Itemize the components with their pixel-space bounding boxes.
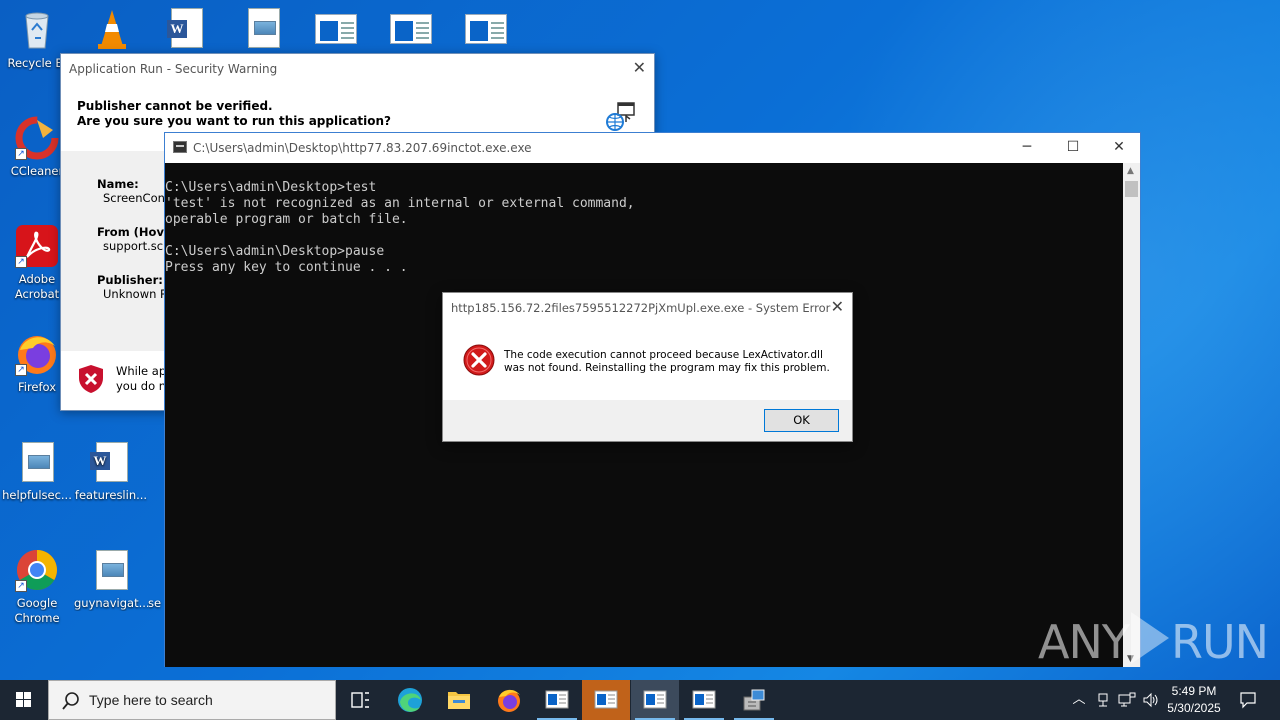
taskbar-app-window-active[interactable] (631, 680, 679, 720)
window-thumbnail-icon[interactable] (390, 8, 434, 50)
dialog-footer: OK (443, 400, 852, 441)
maximize-button[interactable]: ☐ (1050, 133, 1096, 162)
image-file-icon (89, 548, 133, 592)
scroll-up-icon[interactable]: ▲ (1127, 166, 1134, 176)
vlc-icon[interactable] (90, 8, 134, 50)
close-icon[interactable]: ✕ (831, 297, 844, 316)
console-icon (173, 141, 187, 153)
console-line: operable program or batch file. (165, 212, 408, 227)
system-error-dialog: http185.156.72.2files7595512272PjXmUpl.e… (442, 292, 853, 442)
taskbar-app-window[interactable] (533, 680, 581, 720)
taskbar-installer[interactable] (730, 680, 778, 720)
word-document-icon[interactable]: W (163, 8, 207, 50)
error-dialog-title: http185.156.72.2files7595512272PjXmUpl.e… (451, 301, 831, 315)
console-line: 'test' is not recognized as an internal … (165, 196, 635, 211)
scroll-thumb[interactable] (1125, 181, 1138, 197)
taskbar-app-window-highlighted[interactable] (582, 680, 630, 720)
search-placeholder: Type here to search (89, 692, 213, 708)
recycle-bin-icon (15, 8, 59, 52)
window-app-icon (643, 690, 667, 709)
window-thumbnail-icon[interactable] (465, 8, 509, 50)
clock-date: 5/30/2025 (1167, 701, 1221, 715)
edge-icon (398, 688, 422, 712)
firefox-icon: ↗ (15, 332, 59, 376)
folder-icon (448, 692, 470, 709)
console-line: Press any key to continue . . . (165, 260, 408, 275)
word-document-icon: W (89, 440, 133, 484)
play-icon (1130, 612, 1169, 664)
console-title: C:\Users\admin\Desktop\http77.83.207.69i… (193, 141, 532, 155)
taskbar: Type here to search ︿ 5:49 PM 5/30/2025 (0, 680, 1280, 720)
anyrun-watermark: ANY RUN (1038, 612, 1269, 669)
taskbar-edge[interactable] (386, 680, 434, 720)
task-view-button[interactable] (336, 680, 384, 720)
ccleaner-icon: ↗ (15, 116, 59, 160)
console-scrollbar[interactable]: ▲ ▼ (1123, 163, 1140, 667)
close-button[interactable]: ✕ (1096, 133, 1142, 162)
error-message: The code execution cannot proceed becaus… (504, 349, 830, 374)
network-icon[interactable] (1116, 680, 1138, 720)
console-line: C:\Users\admin\Desktop>pause (165, 244, 385, 259)
window-app-icon (692, 690, 716, 709)
warning-text: While ap you do n (116, 364, 167, 393)
ok-button[interactable]: OK (764, 409, 839, 432)
clock-time: 5:49 PM (1171, 684, 1217, 698)
error-icon (463, 344, 495, 376)
firefox-icon (498, 689, 520, 712)
taskbar-file-explorer[interactable] (435, 680, 483, 720)
task-view-icon (351, 692, 369, 708)
search-icon (62, 692, 79, 710)
name-field: Name: ScreenConn (97, 177, 173, 205)
shield-error-icon (78, 364, 104, 394)
installer-icon (743, 689, 765, 711)
application-globe-icon (606, 102, 636, 132)
window-app-icon (594, 690, 618, 709)
image-file-icon (15, 440, 59, 484)
window-app-icon (545, 690, 569, 709)
notification-icon[interactable] (1234, 680, 1262, 720)
desktop-icon-helpfulsec[interactable]: helpfulsec... (0, 440, 74, 503)
chevron-up-icon[interactable]: ︿ (1068, 680, 1090, 720)
desktop-icon-featureslin[interactable]: W featureslin... (74, 440, 148, 503)
usb-icon[interactable] (1092, 680, 1114, 720)
taskbar-clock[interactable]: 5:49 PM 5/30/2025 (1158, 683, 1230, 717)
image-file-icon[interactable] (241, 8, 285, 50)
taskbar-search[interactable]: Type here to search (48, 680, 336, 720)
warning-heading: Publisher cannot be verified. Are you su… (77, 99, 392, 128)
console-line: C:\Users\admin\Desktop>test (165, 180, 377, 195)
minimize-button[interactable]: ─ (1004, 133, 1050, 162)
windows-logo-icon (16, 692, 31, 707)
dialog-title: Application Run - Security Warning (69, 62, 278, 76)
chrome-icon: ↗ (15, 548, 59, 592)
publisher-field: Publisher: Unknown P (97, 273, 167, 301)
start-button[interactable] (0, 680, 48, 720)
window-thumbnail-icon[interactable] (315, 8, 359, 50)
desktop-icon-guynavigat[interactable]: guynavigat... (74, 548, 148, 611)
console-title-bar[interactable]: C:\Users\admin\Desktop\http77.83.207.69i… (165, 133, 1140, 162)
close-icon[interactable]: ✕ (633, 58, 646, 77)
desktop-icon-google-chrome[interactable]: ↗ Google Chrome (0, 548, 74, 626)
adobe-acrobat-icon: ↗ (15, 224, 59, 268)
taskbar-app-window[interactable] (680, 680, 728, 720)
taskbar-firefox[interactable] (485, 680, 533, 720)
